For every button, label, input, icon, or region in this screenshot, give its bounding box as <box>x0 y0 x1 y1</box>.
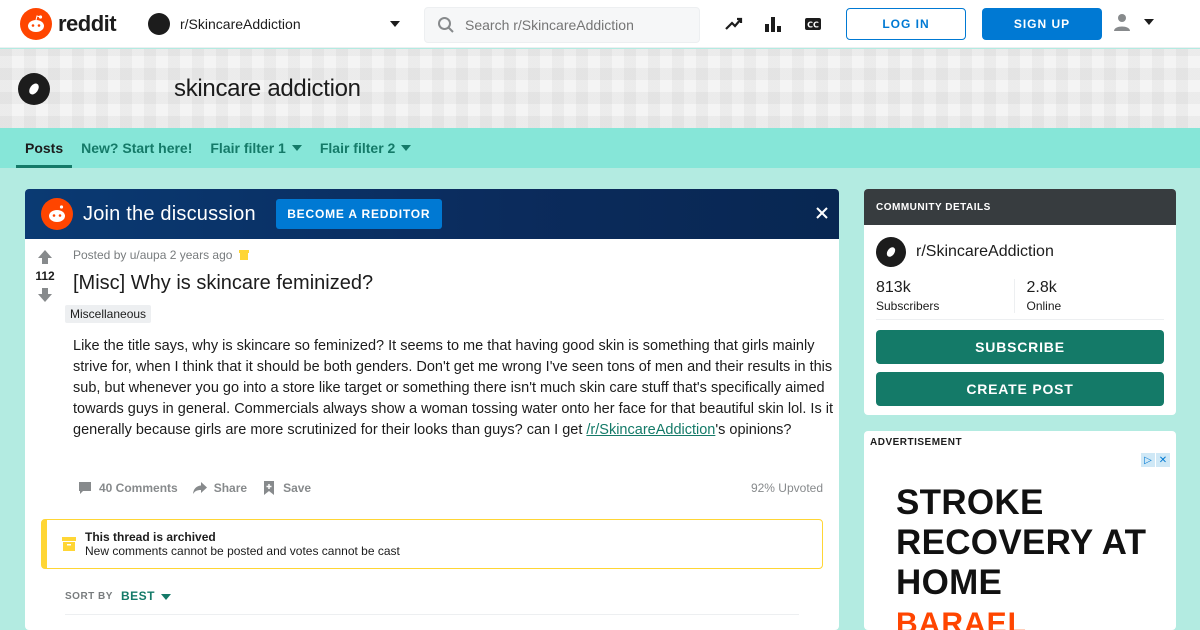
share-button[interactable]: Share <box>190 478 249 498</box>
archived-text: This thread is archived New comments can… <box>85 530 400 558</box>
online-stat: 2.8k Online <box>1013 279 1165 313</box>
community-icon <box>876 237 906 267</box>
share-label: Share <box>213 481 248 495</box>
brand-name: reddit <box>58 11 117 36</box>
join-discussion-banner: Join the discussion BECOME A REDDITOR <box>25 189 839 239</box>
archived-title: This thread is archived <box>85 530 216 544</box>
divider <box>65 614 799 615</box>
chevron-down-icon <box>291 145 302 151</box>
sort-label: SORT BY <box>65 590 113 602</box>
closed-captions-icon[interactable]: CC <box>803 14 823 34</box>
stats-icon[interactable] <box>763 14 783 34</box>
svg-text:CC: CC <box>807 21 819 30</box>
archived-notice: This thread is archived New comments can… <box>41 519 823 569</box>
community-stats: 813k Subscribers 2.8k Online <box>876 279 1164 320</box>
vote-count: 112 <box>35 269 55 283</box>
subscribers-stat: 813k Subscribers <box>876 279 1014 313</box>
archive-icon <box>62 537 76 551</box>
community-banner: skincare addiction <box>0 49 1200 128</box>
subreddit-name: r/SkincareAddiction <box>180 16 301 32</box>
ad-choices[interactable]: ▷ ✕ <box>1141 453 1170 467</box>
close-icon[interactable]: ✕ <box>1156 453 1170 467</box>
subscribers-value: 813k <box>876 279 911 296</box>
ad-headline[interactable]: STROKE RECOVERY AT HOME <box>896 483 1156 603</box>
post-body: Like the title says, why is skincare so … <box>73 336 835 441</box>
share-icon <box>192 482 207 494</box>
ad-choices-icon: ▷ <box>1141 453 1155 467</box>
community-details: COMMUNITY DETAILS r/SkincareAddiction 81… <box>864 189 1176 415</box>
comment-icon <box>79 482 91 494</box>
subscribers-label: Subscribers <box>876 299 940 313</box>
save-button[interactable]: Save <box>259 478 313 498</box>
reddit-snoo-icon <box>41 198 73 230</box>
join-discussion-text: Join the discussion <box>83 202 256 225</box>
signup-button[interactable]: SIGN UP <box>982 8 1102 40</box>
tab-start-here[interactable]: New? Start here! <box>72 128 201 168</box>
close-icon[interactable] <box>815 206 829 220</box>
online-label: Online <box>1026 299 1062 313</box>
upvote-icon[interactable] <box>37 249 53 265</box>
trending-icon[interactable] <box>724 14 744 34</box>
post-header: Posted by u/aupa 2 years ago [Misc] Why … <box>73 248 833 295</box>
advertisement: ADVERTISEMENT ▷ ✕ STROKE RECOVERY AT HOM… <box>864 431 1176 630</box>
comments-label: 40 Comments <box>99 481 178 495</box>
post-title[interactable]: [Misc] Why is skincare feminized? <box>73 272 833 295</box>
subreddit-icon <box>148 13 170 35</box>
reddit-logo[interactable]: reddit <box>20 8 117 40</box>
comment-sort: SORT BY BEST <box>65 589 171 603</box>
ad-label: ADVERTISEMENT <box>870 437 963 448</box>
become-redditor-button[interactable]: BECOME A REDDITOR <box>275 199 442 229</box>
subscribe-button[interactable]: SUBSCRIBE <box>876 330 1164 364</box>
tab-flair-filter-1[interactable]: Flair filter 1 <box>201 128 310 168</box>
user-icon <box>1114 14 1130 31</box>
post-actions: 40 Comments Share Save 92% Upvoted <box>75 478 823 498</box>
ad-brand[interactable]: BARAEL <box>896 607 1027 630</box>
top-bar: reddit r/SkincareAddiction CC LOG IN SIG… <box>0 0 1200 48</box>
community-details-heading: COMMUNITY DETAILS <box>864 189 1176 225</box>
post-flair[interactable]: Miscellaneous <box>65 305 152 323</box>
search-input[interactable] <box>465 17 685 33</box>
login-button[interactable]: LOG IN <box>846 8 966 40</box>
post-meta: Posted by u/aupa 2 years ago <box>73 248 833 262</box>
sort-value: BEST <box>120 589 155 603</box>
chevron-down-icon <box>1144 19 1154 25</box>
search-box[interactable] <box>424 7 700 43</box>
online-value: 2.8k <box>1026 279 1057 296</box>
community-icon <box>18 73 50 105</box>
tab-posts[interactable]: Posts <box>16 128 73 168</box>
post-body-tail: 's opinions? <box>715 422 792 438</box>
upvote-ratio: 92% Upvoted <box>750 481 823 495</box>
post-meta-text: Posted by u/aupa 2 years ago <box>73 248 233 262</box>
subreddit-link[interactable]: /r/SkincareAddiction <box>586 422 715 438</box>
vote-column: 112 <box>25 249 65 303</box>
community-title: skincare addiction <box>174 75 361 102</box>
tab-flair-filter-2[interactable]: Flair filter 2 <box>311 128 420 168</box>
post-card: Join the discussion BECOME A REDDITOR 11… <box>25 189 839 630</box>
chevron-down-icon <box>160 594 171 600</box>
search-icon <box>438 17 454 33</box>
comments-button[interactable]: 40 Comments <box>75 478 180 498</box>
chevron-down-icon <box>401 145 412 151</box>
subreddit-picker[interactable]: r/SkincareAddiction <box>148 8 400 40</box>
chevron-down-icon <box>390 21 400 27</box>
tab-flair-filter-2-label: Flair filter 2 <box>319 140 396 156</box>
save-label: Save <box>283 481 312 495</box>
tab-posts-label: Posts <box>25 140 64 156</box>
downvote-icon[interactable] <box>37 287 53 303</box>
bookmark-add-icon <box>264 481 275 495</box>
community-name[interactable]: r/SkincareAddiction <box>916 243 1054 261</box>
tab-flair-filter-1-label: Flair filter 1 <box>210 140 286 156</box>
reddit-snoo-icon <box>20 8 52 40</box>
user-menu[interactable] <box>1112 12 1154 32</box>
archived-desc: New comments cannot be posted and votes … <box>85 544 400 558</box>
community-nav: Posts New? Start here! Flair filter 1 Fl… <box>0 128 1200 168</box>
sort-dropdown[interactable]: BEST <box>121 589 171 603</box>
community-identity: r/SkincareAddiction <box>864 225 1176 267</box>
tab-start-here-label: New? Start here! <box>81 140 193 156</box>
create-post-button[interactable]: CREATE POST <box>876 372 1164 406</box>
archive-icon <box>239 250 250 260</box>
